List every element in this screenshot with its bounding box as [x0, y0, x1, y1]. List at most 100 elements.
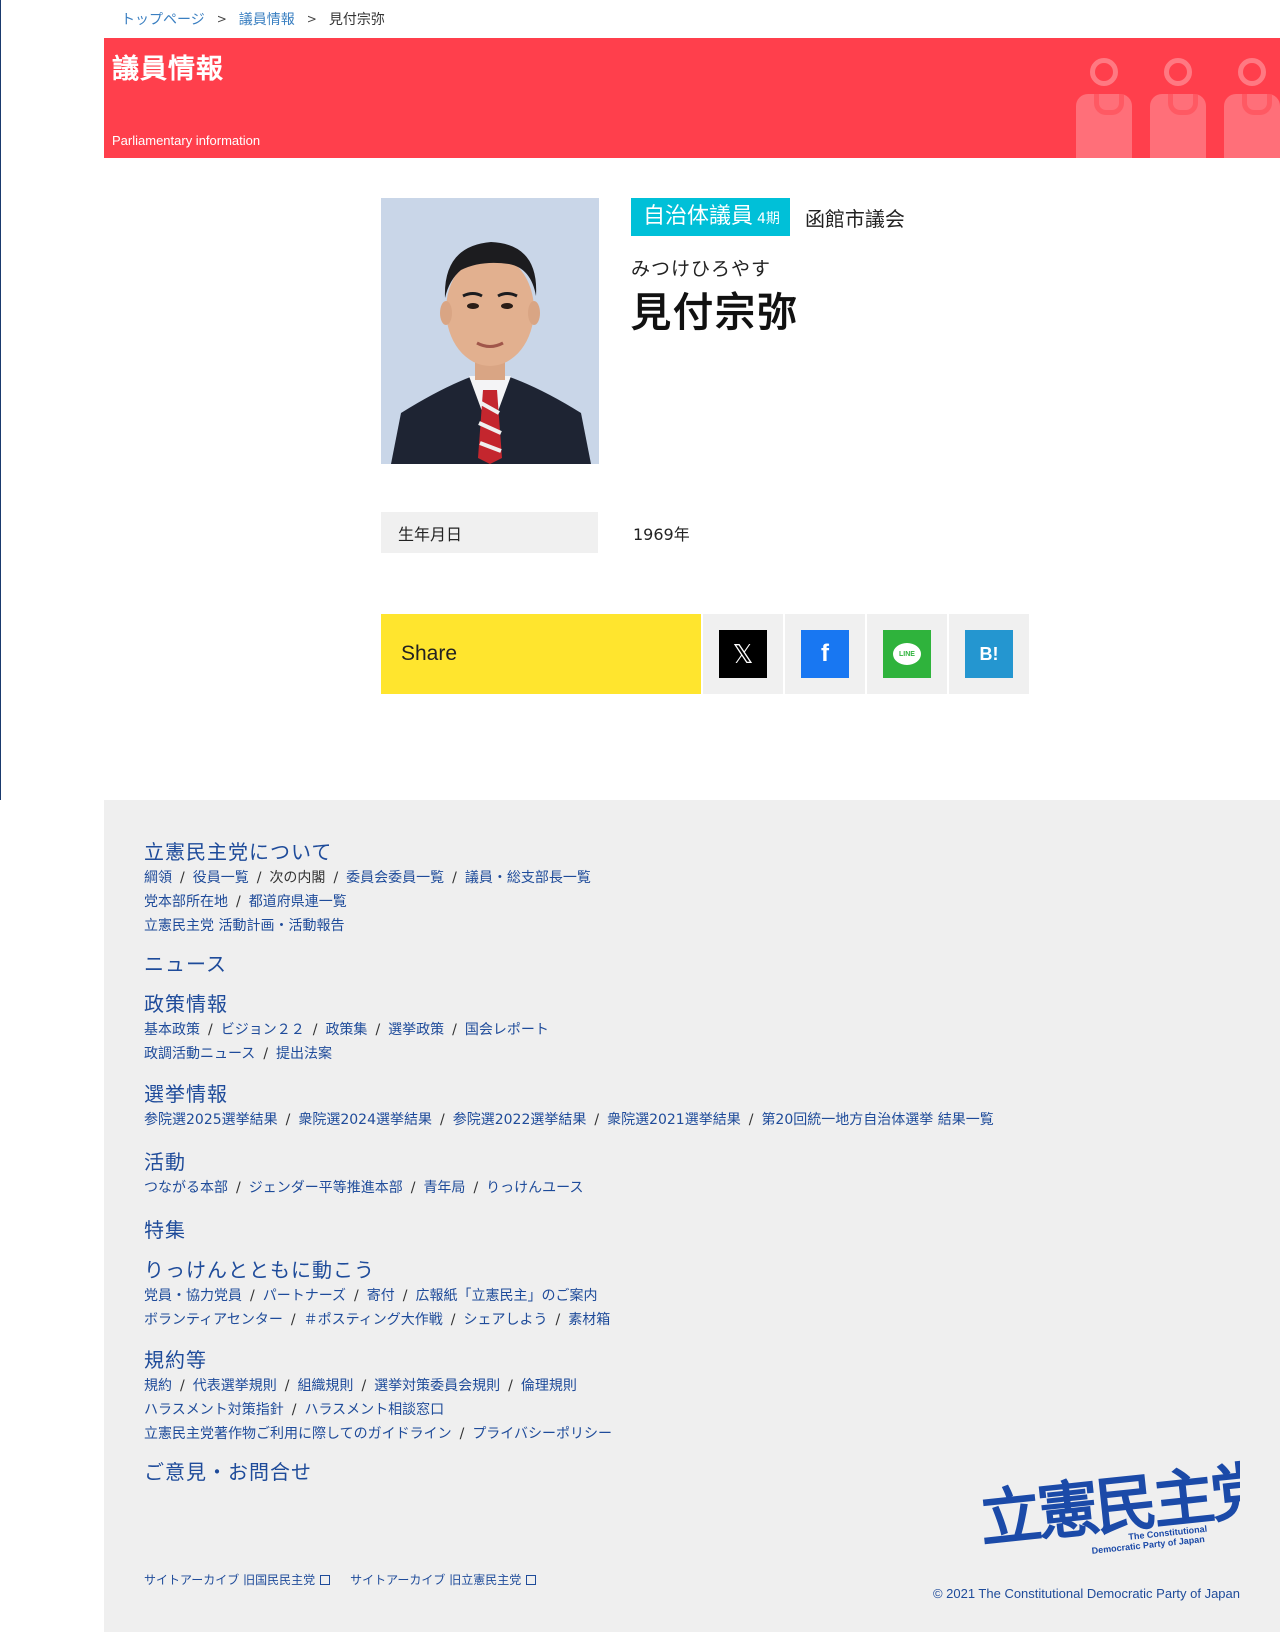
footer-link[interactable]: ジェンダー平等推進本部	[249, 1180, 403, 1196]
footer-heading-feature[interactable]: 特集	[144, 1216, 186, 1244]
footer-link[interactable]: 綱領	[144, 870, 172, 886]
footer-link[interactable]: 参院選2025選挙結果	[144, 1112, 278, 1128]
birth-info-row: 生年月日 1969年	[381, 512, 1031, 553]
party-logo[interactable]: 立憲民主党 The Constitutional Democratic Part…	[975, 1450, 1240, 1560]
footer-link[interactable]: 第20回統一地方自治体選挙 結果一覧	[761, 1112, 993, 1128]
birth-label: 生年月日	[381, 512, 598, 553]
footer-section-activity: 活動 つながる本部 / ジェンダー平等推進本部 / 青年局 / りっけんユース	[144, 1148, 583, 1200]
breadcrumb-link-members[interactable]: 議員情報	[239, 9, 295, 29]
line-bubble-label: LINE	[893, 643, 921, 665]
footer-link[interactable]: 基本政策	[144, 1022, 200, 1038]
page-header-band: 議員情報 Parliamentary information	[104, 38, 1280, 158]
member-badge-row: 自治体議員 4期 函館市議会	[631, 198, 905, 236]
archive-link-old-dpfp[interactable]: サイトアーカイブ 旧国民民主党	[144, 1571, 331, 1588]
footer-heading-activity[interactable]: 活動	[144, 1148, 583, 1176]
footer-link[interactable]: 素材箱	[568, 1312, 610, 1328]
facebook-icon: f	[801, 630, 849, 678]
footer-links-policy-1: 基本政策 / ビジョン２２/政策集 / 選挙政策 / 国会レポート	[144, 1022, 549, 1038]
footer-link[interactable]: 選挙対策委員会規則	[374, 1378, 500, 1394]
member-name-kana: みつけひろやす	[631, 258, 772, 280]
footer-link[interactable]: 寄付	[367, 1288, 395, 1304]
footer-link[interactable]: プライバシーポリシー	[472, 1426, 612, 1442]
breadcrumb: トップページ > 議員情報 > 見付宗弥	[121, 9, 385, 29]
footer-link[interactable]: 規約	[144, 1378, 172, 1394]
archive-link-old-cdp[interactable]: サイトアーカイブ 旧立憲民主党	[350, 1571, 537, 1588]
page-title: 議員情報	[112, 54, 224, 85]
footer-link[interactable]: 委員会委員一覧	[346, 870, 444, 886]
footer-link[interactable]: ＃ポスティング大作戦	[304, 1312, 443, 1328]
footer-link[interactable]: 役員一覧	[193, 870, 249, 886]
footer-links-together-2: ボランティアセンター / ＃ポスティング大作戦 / シェアしよう / 素材箱	[144, 1312, 611, 1328]
share-hatena-button[interactable]: B!	[949, 614, 1029, 694]
footer-link[interactable]: 青年局	[423, 1180, 465, 1196]
footer-link[interactable]: 政調活動ニュース	[144, 1046, 255, 1062]
footer-link[interactable]: 衆院選2021選挙結果	[607, 1112, 741, 1128]
share-x-button[interactable]: 𝕏	[703, 614, 783, 694]
breadcrumb-current: 見付宗弥	[328, 12, 385, 28]
footer-links-election: 参院選2025選挙結果 / 衆院選2024選挙結果 / 参院選2022選挙結果 / 衆院選2…	[144, 1112, 994, 1128]
footer-link[interactable]: りっけんユース	[486, 1180, 583, 1196]
line-icon: LINE	[883, 630, 931, 678]
footer-link[interactable]: 立憲民主党 活動計画・活動報告	[144, 918, 344, 934]
archive-links: サイトアーカイブ 旧国民民主党 サイトアーカイブ 旧立憲民主党	[144, 1571, 537, 1588]
footer-links-about-2: 党本部所在地 / 都道府県連一覧	[144, 894, 347, 910]
footer-link[interactable]: 選挙政策	[388, 1022, 444, 1038]
footer-heading-together[interactable]: りっけんとともに動こう	[144, 1256, 610, 1284]
footer-heading-policy[interactable]: 政策情報	[144, 990, 549, 1018]
footer-heading-election[interactable]: 選挙情報	[144, 1080, 994, 1108]
footer-link[interactable]: 提出法案	[276, 1046, 332, 1062]
people-illustration-icon	[1076, 58, 1280, 158]
footer-section-feature: 特集	[144, 1216, 186, 1244]
footer-links-about-3: 立憲民主党 活動計画・活動報告	[144, 915, 591, 938]
footer-link[interactable]: ハラスメント相談窓口	[304, 1402, 444, 1418]
share-line-button[interactable]: LINE	[867, 614, 947, 694]
footer-link[interactable]: シェアしよう	[464, 1312, 548, 1328]
chevron-right-icon: >	[216, 12, 227, 26]
footer-links-activity: つながる本部 / ジェンダー平等推進本部 / 青年局 / りっけんユース	[144, 1180, 584, 1196]
footer-link[interactable]: 組織規則	[297, 1378, 353, 1394]
footer-link[interactable]: 政策集	[325, 1022, 367, 1038]
member-term: 4期	[757, 211, 780, 227]
footer-heading-news[interactable]: ニュース	[144, 950, 227, 978]
footer-link[interactable]: ボランティアセンター	[144, 1312, 283, 1328]
member-photo	[381, 198, 599, 464]
footer-link[interactable]: 次の内閣	[269, 870, 325, 886]
copyright: © 2021 The Constitutional Democratic Par…	[932, 1586, 1240, 1601]
archive-link-label: サイトアーカイブ 旧立憲民主党	[350, 1573, 522, 1587]
footer-link[interactable]: 立憲民主党著作物ご利用に際してのガイドライン	[144, 1426, 452, 1442]
footer-links-rules-1: 規約 / 代表選挙規則 / 組織規則 / 選挙対策委員会規則 / 倫理規則	[144, 1378, 577, 1394]
footer-link[interactable]: パートナーズ	[263, 1288, 346, 1304]
member-type-label: 自治体議員	[643, 204, 754, 229]
site-footer: 立憲民主党について 綱領 / 役員一覧 / 次の内閣 / 委員会委員一覧 / 議員・総支部長一覧…	[104, 800, 1280, 1632]
birth-value: 1969年	[633, 524, 690, 544]
left-edge-rule	[0, 0, 1, 800]
footer-link[interactable]: つながる本部	[144, 1180, 228, 1196]
footer-link[interactable]: 都道府県連一覧	[249, 894, 347, 910]
footer-heading-about[interactable]: 立憲民主党について	[144, 838, 591, 866]
archive-link-label: サイトアーカイブ 旧国民民主党	[144, 1573, 316, 1587]
footer-link[interactable]: 議員・総支部長一覧	[465, 870, 591, 886]
share-facebook-button[interactable]: f	[785, 614, 865, 694]
footer-section-about: 立憲民主党について 綱領 / 役員一覧 / 次の内閣 / 委員会委員一覧 / 議員・総支部長一覧…	[144, 838, 591, 938]
footer-link[interactable]: 参院選2022選挙結果	[453, 1112, 587, 1128]
footer-links-rules-2: ハラスメント対策指針 / ハラスメント相談窓口	[144, 1402, 445, 1418]
share-label: Share	[381, 614, 701, 694]
footer-link[interactable]: 衆院選2024選挙結果	[298, 1112, 432, 1128]
footer-link[interactable]: 倫理規則	[521, 1378, 577, 1394]
breadcrumb-link-top[interactable]: トップページ	[121, 9, 205, 29]
footer-section-together: りっけんとともに動こう 党員・協力党員 / パートナーズ / 寄付 / 広報紙「立憲民主」の…	[144, 1256, 610, 1332]
footer-link[interactable]: 広報紙「立憲民主」のご案内	[415, 1288, 597, 1304]
footer-heading-rules[interactable]: 規約等	[144, 1346, 612, 1374]
footer-link[interactable]: ハラスメント対策指針	[144, 1402, 284, 1418]
external-link-icon	[320, 1575, 331, 1585]
footer-link[interactable]: 代表選挙規則	[193, 1378, 277, 1394]
footer-link[interactable]: ビジョン２２	[221, 1022, 305, 1038]
chevron-right-icon: >	[306, 12, 317, 26]
footer-section-contact: ご意見・お問合せ	[144, 1458, 312, 1486]
footer-links-together-1: 党員・協力党員 / パートナーズ / 寄付 / 広報紙「立憲民主」のご案内	[144, 1288, 598, 1304]
footer-heading-contact[interactable]: ご意見・お問合せ	[144, 1458, 312, 1486]
x-icon: 𝕏	[719, 630, 767, 678]
footer-link[interactable]: 党員・協力党員	[144, 1288, 242, 1304]
footer-link[interactable]: 国会レポート	[465, 1022, 549, 1038]
footer-link[interactable]: 党本部所在地	[144, 894, 228, 910]
